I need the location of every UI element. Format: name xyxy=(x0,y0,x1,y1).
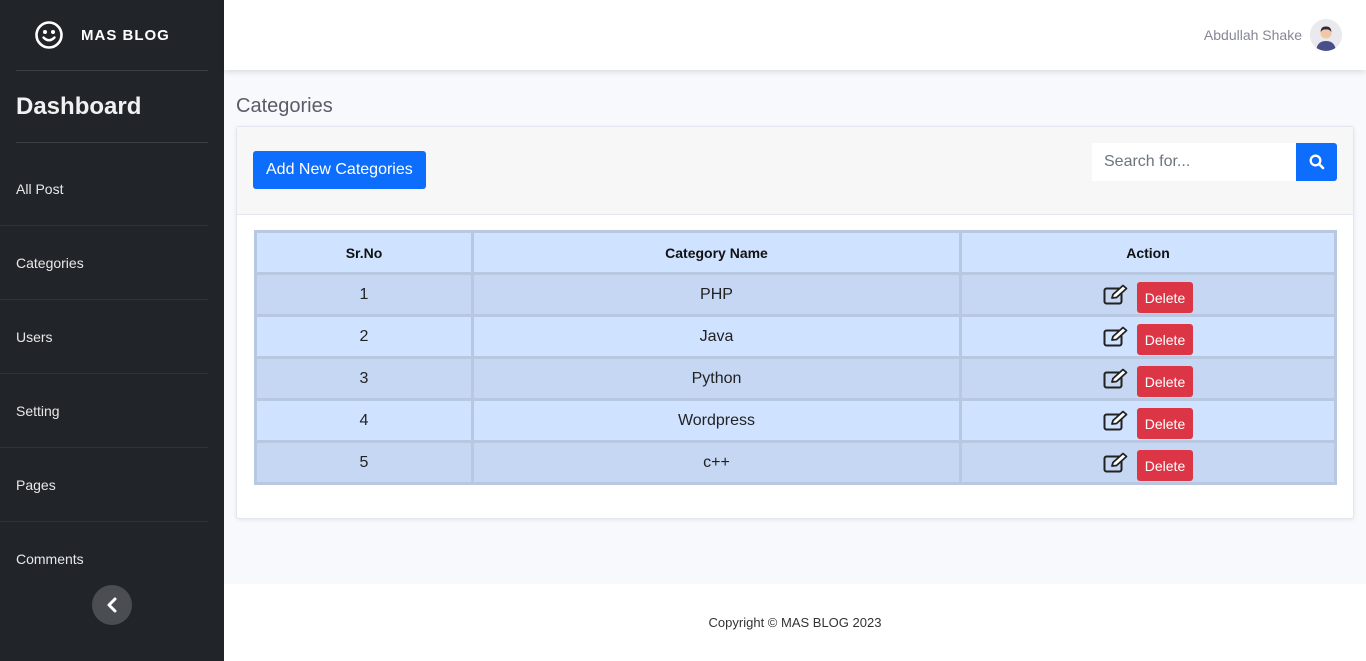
sidebar-item-label: Pages xyxy=(16,476,56,493)
user-avatar-icon[interactable] xyxy=(1310,19,1342,51)
table-row: 5 c++ Delete xyxy=(254,440,1337,485)
table-row: 1 PHP Delete xyxy=(254,272,1337,317)
sidebar-item-label: Setting xyxy=(16,402,60,419)
edit-icon[interactable] xyxy=(1103,284,1129,306)
card-header: Add New Categories xyxy=(237,127,1353,215)
delete-button[interactable]: Delete xyxy=(1136,450,1194,481)
cell-category-name: Wordpress xyxy=(471,398,962,443)
sidebar-item-setting[interactable]: Setting xyxy=(0,374,208,448)
copyright-text: Copyright © MAS BLOG 2023 xyxy=(708,615,882,630)
header-category-name: Category Name xyxy=(471,230,962,275)
user-name[interactable]: Abdullah Shake xyxy=(1204,27,1302,43)
sidebar-nav: All Post Categories Users Setting Pages … xyxy=(0,152,224,596)
table-header-row: Sr.No Category Name Action xyxy=(254,230,1337,275)
sidebar: MAS BLOG Dashboard All Post Categories U… xyxy=(0,0,224,661)
sidebar-dashboard-link[interactable]: Dashboard xyxy=(0,71,224,142)
table-row: 4 Wordpress Delete xyxy=(254,398,1337,443)
table-row: 2 Java Delete xyxy=(254,314,1337,359)
search-button[interactable] xyxy=(1296,143,1337,181)
edit-icon[interactable] xyxy=(1103,368,1129,390)
sidebar-toggle-button[interactable] xyxy=(92,585,132,625)
footer: Copyright © MAS BLOG 2023 xyxy=(224,584,1366,661)
edit-icon[interactable] xyxy=(1103,326,1129,348)
sidebar-item-label: Users xyxy=(16,328,53,345)
sidebar-item-pages[interactable]: Pages xyxy=(0,448,208,522)
sidebar-item-comments[interactable]: Comments xyxy=(0,522,208,596)
cell-sr-no: 2 xyxy=(254,314,474,359)
topbar: Abdullah Shake xyxy=(224,0,1366,70)
delete-button[interactable]: Delete xyxy=(1136,408,1194,439)
brand[interactable]: MAS BLOG xyxy=(0,0,224,70)
edit-icon[interactable] xyxy=(1103,452,1129,474)
categories-card: Add New Categories Sr.No Category Name A… xyxy=(236,126,1354,519)
search-icon xyxy=(1309,154,1324,170)
cell-action: Delete xyxy=(959,440,1337,485)
sidebar-item-users[interactable]: Users xyxy=(0,300,208,374)
add-category-button[interactable]: Add New Categories xyxy=(253,151,426,189)
chevron-left-icon xyxy=(107,597,117,613)
table-row: 3 Python Delete xyxy=(254,356,1337,401)
cell-category-name: Java xyxy=(471,314,962,359)
delete-button[interactable]: Delete xyxy=(1136,282,1194,313)
sidebar-item-label: All Post xyxy=(16,180,64,197)
page-title: Categories xyxy=(236,95,333,117)
sidebar-item-all-post[interactable]: All Post xyxy=(0,152,208,226)
cell-category-name: c++ xyxy=(471,440,962,485)
cell-sr-no: 4 xyxy=(254,398,474,443)
cell-action: Delete xyxy=(959,356,1337,401)
sidebar-item-categories[interactable]: Categories xyxy=(0,226,208,300)
sidebar-divider xyxy=(16,142,208,143)
edit-icon[interactable] xyxy=(1103,410,1129,432)
cell-sr-no: 1 xyxy=(254,272,474,317)
search-group xyxy=(1092,143,1337,181)
categories-table: Sr.No Category Name Action 1 PHP Delete … xyxy=(254,230,1337,485)
delete-button[interactable]: Delete xyxy=(1136,366,1194,397)
search-input[interactable] xyxy=(1092,143,1296,181)
cell-action: Delete xyxy=(959,272,1337,317)
delete-button[interactable]: Delete xyxy=(1136,324,1194,355)
cell-category-name: PHP xyxy=(471,272,962,317)
smiley-icon xyxy=(35,21,63,49)
cell-sr-no: 3 xyxy=(254,356,474,401)
cell-sr-no: 5 xyxy=(254,440,474,485)
brand-name: MAS BLOG xyxy=(81,26,170,44)
sidebar-item-label: Comments xyxy=(16,551,84,567)
header-sr-no: Sr.No xyxy=(254,230,474,275)
cell-action: Delete xyxy=(959,314,1337,359)
header-action: Action xyxy=(959,230,1337,275)
cell-category-name: Python xyxy=(471,356,962,401)
sidebar-item-label: Categories xyxy=(16,254,84,271)
cell-action: Delete xyxy=(959,398,1337,443)
